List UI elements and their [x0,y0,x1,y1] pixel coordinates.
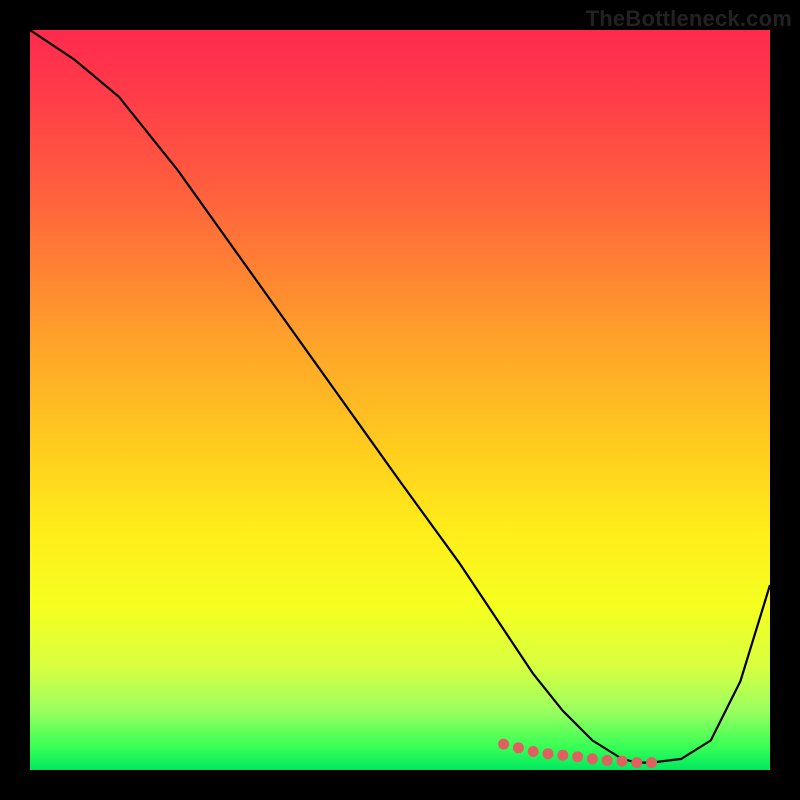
chart-plot-area [30,30,770,770]
marker-dot [543,748,554,759]
chart-optimal-markers [498,739,657,769]
marker-dot [513,742,524,753]
chart-svg [30,30,770,770]
marker-dot [646,757,657,768]
marker-dot [587,753,598,764]
marker-dot [498,739,509,750]
marker-dot [572,751,583,762]
marker-dot [617,756,628,767]
marker-dot [602,755,613,766]
marker-dot [528,746,539,757]
watermark-text: TheBottleneck.com [586,6,792,32]
marker-dot [631,757,642,768]
marker-dot [557,750,568,761]
chart-series-curve [30,30,770,763]
